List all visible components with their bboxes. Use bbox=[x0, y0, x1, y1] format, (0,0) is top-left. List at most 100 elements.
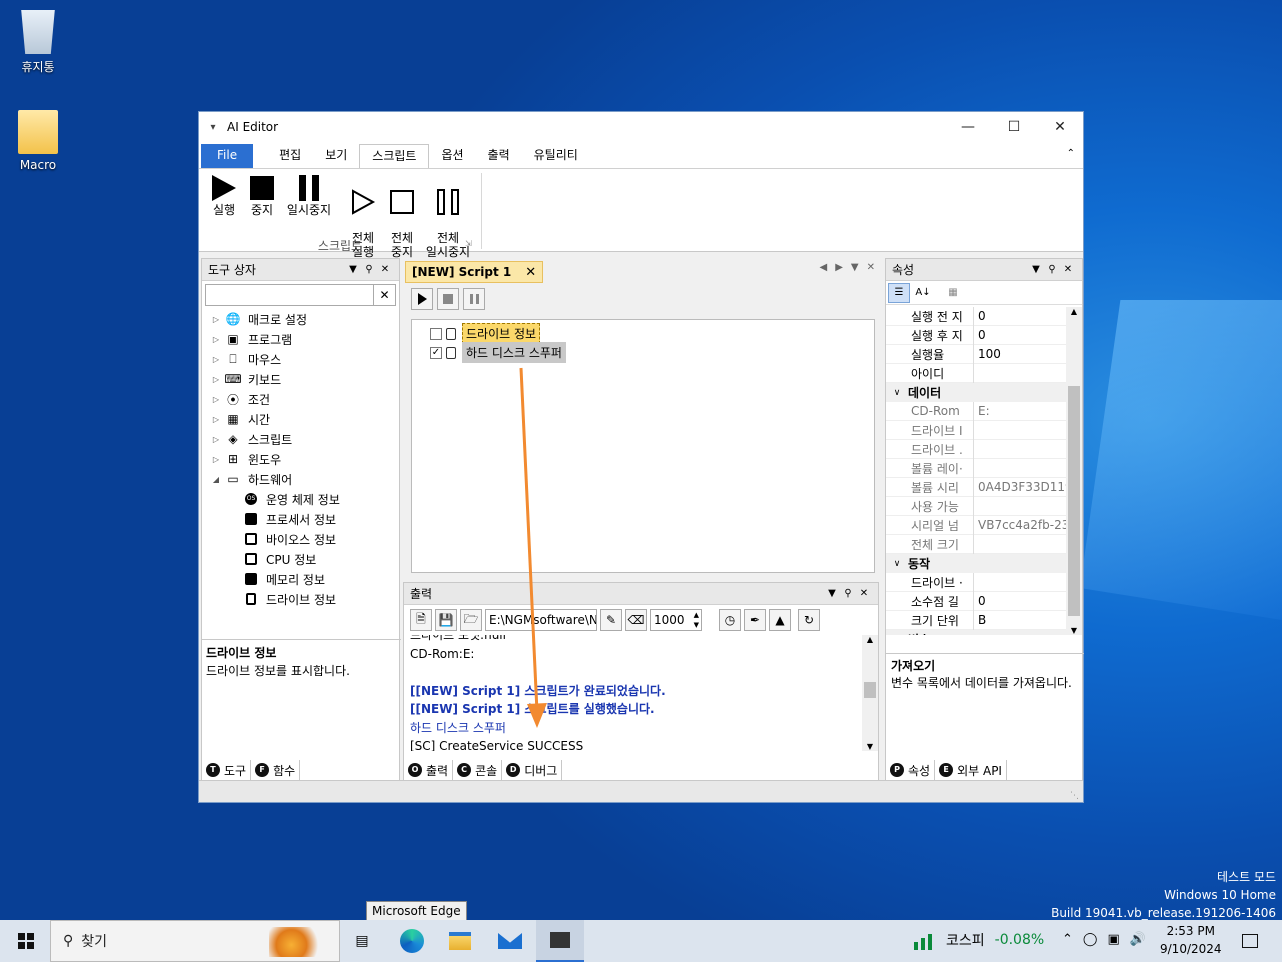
close-icon[interactable]: ✕ bbox=[377, 264, 393, 275]
expand-arrow-icon[interactable]: ▷ bbox=[208, 335, 224, 344]
property-pages-icon[interactable]: ▦ bbox=[942, 283, 964, 303]
tab-tools[interactable]: T 도구 bbox=[202, 760, 252, 780]
expand-arrow-icon[interactable]: ▷ bbox=[208, 315, 224, 324]
close-button[interactable]: ✕ bbox=[1037, 112, 1083, 142]
tab-output-log[interactable]: O 출력 bbox=[404, 760, 454, 780]
step-drive-info[interactable]: 드라이브 정보 bbox=[430, 323, 541, 344]
run-button[interactable]: 실행 bbox=[205, 173, 243, 217]
properties-scrollbar[interactable]: ▲ ▼ bbox=[1066, 307, 1082, 635]
tab-properties[interactable]: P 속성 bbox=[886, 760, 936, 780]
stock-widget[interactable]: 코스피 -0.08% bbox=[914, 930, 1044, 950]
property-category[interactable]: ∨변수 bbox=[886, 630, 1067, 635]
tree-item-os[interactable]: OS 운영 체제 정보 bbox=[202, 489, 399, 509]
property-row[interactable]: 볼륨 레이· bbox=[886, 458, 1067, 478]
close-icon[interactable]: ✕ bbox=[856, 588, 872, 599]
step-checkbox[interactable]: ✓ bbox=[430, 346, 442, 359]
property-value[interactable] bbox=[973, 363, 1067, 383]
property-value[interactable] bbox=[973, 496, 1067, 516]
tab-functions[interactable]: F 함수 bbox=[251, 760, 301, 780]
refresh-button[interactable]: ↻ bbox=[798, 609, 820, 631]
scroll-down-icon[interactable]: ▼ bbox=[1066, 626, 1082, 635]
property-value[interactable]: VB7cc4a2fb-2305 bbox=[973, 515, 1067, 535]
property-value[interactable]: B bbox=[973, 610, 1067, 630]
property-value[interactable] bbox=[973, 420, 1067, 440]
scroll-left-icon[interactable]: ◀ bbox=[820, 262, 828, 273]
document-list-icon[interactable]: ▼ bbox=[851, 262, 859, 273]
scroll-up-icon[interactable]: ▲ bbox=[862, 635, 878, 644]
tab-script[interactable]: 스크립트 bbox=[359, 144, 430, 168]
pin-icon[interactable]: ⚲ bbox=[361, 264, 377, 275]
close-tab-icon[interactable]: ✕ bbox=[525, 265, 536, 280]
tree-node-calendar[interactable]: ▷ ▦ 시간 bbox=[202, 409, 399, 429]
property-value[interactable]: 0A4D3F33D119B bbox=[973, 477, 1067, 497]
file-explorer-button[interactable] bbox=[436, 920, 484, 962]
expand-arrow-icon[interactable]: ▷ bbox=[208, 455, 224, 464]
property-row[interactable]: 전체 크기 bbox=[886, 534, 1067, 554]
tab-external-api[interactable]: E 외부 API bbox=[935, 760, 1007, 780]
output-log[interactable]: 드라이브 포맷:null CD-Rom:E: [[NEW] Script 1] 스크… bbox=[410, 635, 856, 751]
property-row[interactable]: 사용 가능 bbox=[886, 496, 1067, 516]
property-row[interactable]: 소수점 길 0 bbox=[886, 591, 1067, 611]
quick-access-menu-icon[interactable]: ▾ bbox=[199, 122, 227, 133]
minimize-button[interactable]: — bbox=[945, 112, 991, 142]
stepper-arrows-icon[interactable]: ▲ ▼ bbox=[694, 610, 699, 630]
tree-item-cpu[interactable]: 프로세서 정보 bbox=[202, 509, 399, 529]
property-value[interactable] bbox=[973, 534, 1067, 554]
pause-button[interactable]: 일시중지 bbox=[283, 173, 335, 217]
collapse-arrow-icon[interactable]: ∨ bbox=[886, 559, 908, 569]
dialog-launcher-icon[interactable]: ⇲ bbox=[465, 239, 472, 248]
property-row[interactable]: 크기 단위 B bbox=[886, 610, 1067, 630]
expand-arrow-icon[interactable]: ▷ bbox=[208, 355, 224, 364]
collapse-arrow-icon[interactable]: ∨ bbox=[886, 635, 908, 636]
property-row[interactable]: 실행율 100 bbox=[886, 344, 1067, 364]
task-view-button[interactable]: ▤ bbox=[338, 920, 386, 962]
fill-button[interactable]: ▲ bbox=[769, 609, 791, 631]
property-value[interactable]: E: bbox=[973, 401, 1067, 421]
tree-node-globe[interactable]: ▷ 🌐 매크로 설정 bbox=[202, 309, 399, 329]
tree-item-chip[interactable]: CPU 정보 bbox=[202, 549, 399, 569]
action-center-button[interactable] bbox=[1226, 920, 1274, 962]
log-path-field[interactable]: E:\NGMsoftware\NG bbox=[485, 609, 597, 631]
tab-options[interactable]: 옵션 bbox=[429, 144, 475, 168]
scroll-up-icon[interactable]: ▲ bbox=[1066, 307, 1082, 316]
pause-script-button[interactable] bbox=[463, 288, 485, 310]
tree-node-program[interactable]: ▷ ▣ 프로그램 bbox=[202, 329, 399, 349]
pin-icon[interactable]: ⚲ bbox=[840, 588, 856, 599]
property-row[interactable]: 실행 전 지 0 bbox=[886, 307, 1067, 326]
dropdown-icon[interactable]: ▼ bbox=[345, 264, 361, 275]
property-row[interactable]: CD-Rom E: bbox=[886, 401, 1067, 421]
scroll-thumb[interactable] bbox=[864, 682, 876, 698]
property-row[interactable]: 아이디 bbox=[886, 363, 1067, 383]
close-document-icon[interactable]: ✕ bbox=[867, 262, 875, 273]
step-checkbox[interactable] bbox=[430, 327, 442, 340]
tab-output[interactable]: 출력 bbox=[476, 144, 522, 168]
tab-script-1[interactable]: [NEW] Script 1 ✕ bbox=[405, 261, 544, 283]
categorized-view-icon[interactable]: ☰ bbox=[888, 282, 910, 303]
scroll-down-icon[interactable]: ▼ bbox=[862, 742, 878, 751]
scroll-right-icon[interactable]: ▶ bbox=[835, 262, 843, 273]
interval-stepper[interactable]: 1000 ▲ ▼ bbox=[650, 609, 702, 631]
output-scrollbar[interactable]: ▲ ▼ bbox=[862, 635, 878, 751]
expand-arrow-icon[interactable]: ▷ bbox=[208, 395, 224, 404]
tab-edit[interactable]: 편집 bbox=[267, 144, 313, 168]
pin-icon[interactable]: ⚲ bbox=[1044, 264, 1060, 275]
property-value[interactable]: 0 bbox=[973, 307, 1067, 326]
expand-arrow-icon[interactable]: ▷ bbox=[208, 435, 224, 444]
property-row[interactable]: 실행 후 지 0 bbox=[886, 325, 1067, 345]
open-folder-button[interactable]: 🗁 bbox=[460, 609, 482, 631]
property-value[interactable]: 0 bbox=[973, 591, 1067, 611]
tree-node-mouse[interactable]: ▷ ⎕ 마우스 bbox=[202, 349, 399, 369]
property-value[interactable] bbox=[973, 458, 1067, 478]
sort-az-icon[interactable]: A↓ bbox=[912, 283, 934, 303]
brush-button[interactable]: ✒ bbox=[744, 609, 766, 631]
tab-view[interactable]: 보기 bbox=[313, 144, 359, 168]
toolbox-search-input[interactable] bbox=[206, 285, 373, 305]
clean-button[interactable]: ✎ bbox=[600, 609, 622, 631]
property-row[interactable]: 드라이브 · bbox=[886, 572, 1067, 592]
clock[interactable]: 2:53 PM 9/10/2024 bbox=[1160, 922, 1222, 958]
property-value[interactable] bbox=[973, 439, 1067, 459]
expand-arrow-icon[interactable]: ◢ bbox=[208, 475, 224, 484]
clear-search-icon[interactable]: ✕ bbox=[373, 285, 395, 305]
chevron-up-icon[interactable]: ⌃ bbox=[1062, 932, 1073, 947]
erase-button[interactable]: ⌫ bbox=[625, 609, 647, 631]
